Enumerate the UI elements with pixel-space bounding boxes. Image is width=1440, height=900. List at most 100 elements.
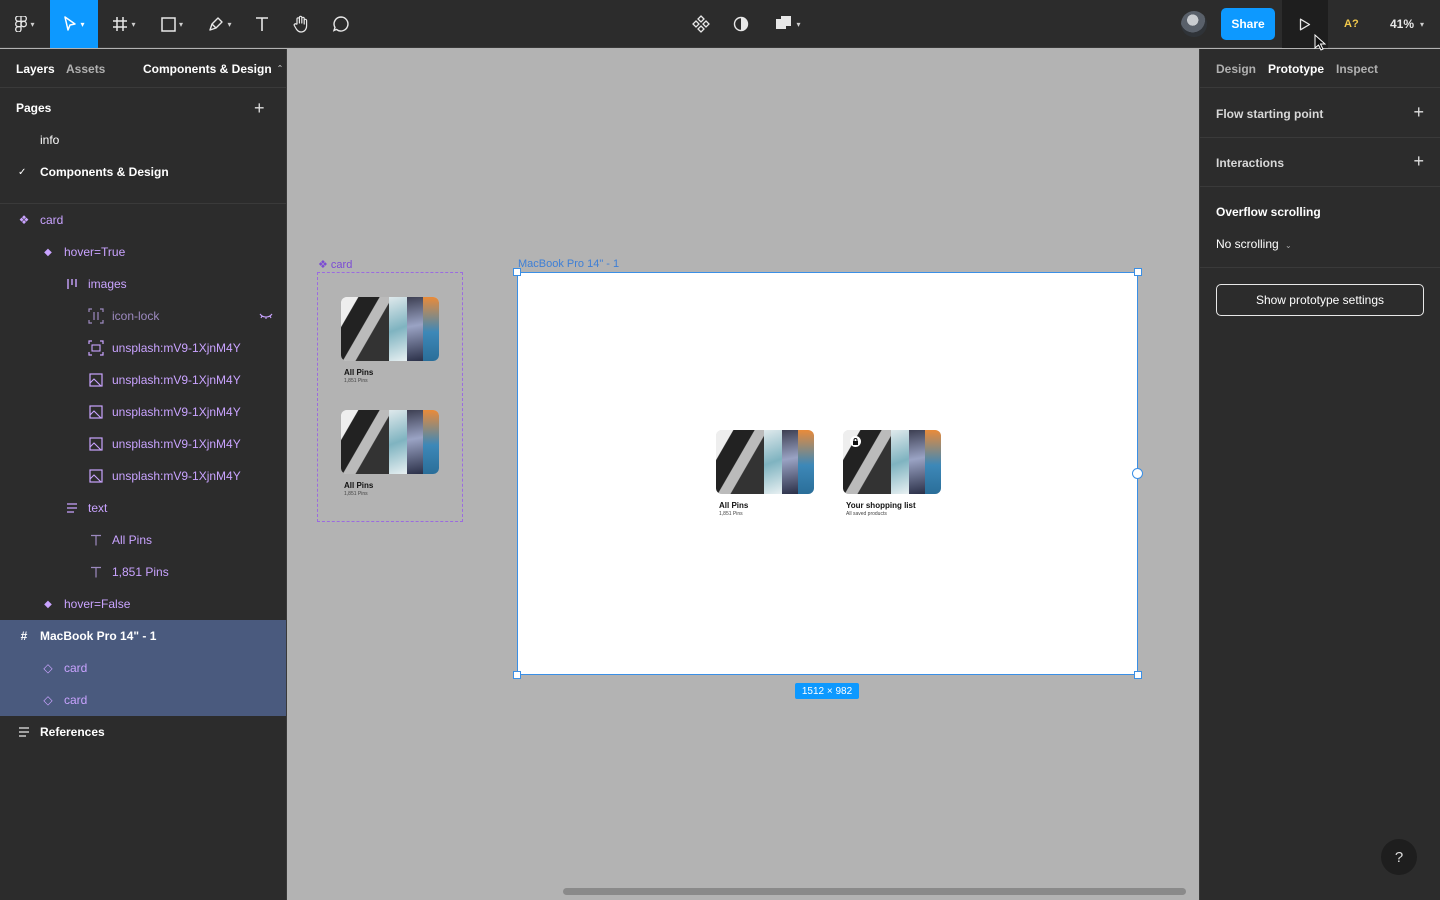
- component-button[interactable]: [688, 0, 714, 48]
- eye-closed-icon[interactable]: [258, 308, 274, 324]
- layer-unsplash-3[interactable]: unsplash:mV9-1XjnM4Y: [0, 396, 286, 428]
- card-image: [341, 410, 439, 474]
- component-set-frame[interactable]: All Pins 1,851 Pins All Pins 1,851 Pins: [317, 272, 463, 522]
- prototype-connection-handle[interactable]: [1132, 468, 1143, 479]
- overflow-title: Overflow scrolling: [1216, 205, 1321, 219]
- chevron-down-icon: ▾: [131, 19, 136, 29]
- mouse-cursor-icon: [1314, 34, 1326, 51]
- resize-handle-bottom-right[interactable]: [1134, 671, 1142, 679]
- frame-tool-button[interactable]: ▾: [104, 0, 144, 48]
- layer-hover-false[interactable]: ◆ hover=False: [0, 588, 286, 620]
- layer-label: 1,851 Pins: [112, 565, 169, 579]
- add-page-icon[interactable]: +: [254, 98, 265, 119]
- layer-references[interactable]: References: [0, 716, 286, 748]
- card-variant[interactable]: All Pins 1,851 Pins: [341, 410, 439, 497]
- text-icon: [88, 564, 104, 580]
- tab-inspect[interactable]: Inspect: [1336, 49, 1378, 88]
- layer-label: unsplash:mV9-1XjnM4Y: [112, 469, 241, 483]
- layer-hover-true[interactable]: ◆ hover=True: [0, 236, 286, 268]
- add-interaction-icon[interactable]: +: [1413, 152, 1424, 170]
- show-prototype-settings-button[interactable]: Show prototype settings: [1216, 284, 1424, 316]
- mask-button[interactable]: [728, 0, 754, 48]
- page-switcher[interactable]: Components & Design ⌃: [143, 49, 283, 88]
- tab-layers[interactable]: Layers: [16, 49, 55, 88]
- macbook-frame[interactable]: All Pins 1,851 Pins Your shopping list A…: [517, 272, 1138, 675]
- card-variant[interactable]: All Pins 1,851 Pins: [341, 297, 439, 384]
- overflow-dropdown[interactable]: No scrolling ⌄: [1216, 237, 1292, 251]
- page-item-info[interactable]: info: [0, 124, 286, 156]
- page-item-components-design[interactable]: ✓ Components & Design: [0, 156, 286, 188]
- chevron-down-icon: ⌄: [1285, 241, 1292, 250]
- photo-strip: [716, 430, 764, 494]
- photo-strip: [764, 430, 782, 494]
- main-menu-button[interactable]: ▾: [0, 0, 50, 48]
- chevron-down-icon: ▾: [30, 19, 35, 29]
- frame-dimensions-badge: 1512 × 982: [795, 683, 859, 699]
- layer-label: References: [40, 725, 105, 739]
- photo-strip: [341, 297, 389, 361]
- contrast-icon: [733, 16, 749, 32]
- accessibility-check-label[interactable]: A?: [1344, 0, 1359, 48]
- text-stack-icon: [64, 500, 80, 516]
- card-instance[interactable]: All Pins 1,851 Pins: [716, 430, 814, 517]
- card-title: All Pins: [719, 501, 749, 510]
- layer-text-pin-count[interactable]: 1,851 Pins: [0, 556, 286, 588]
- add-flow-icon[interactable]: +: [1413, 103, 1424, 121]
- zoom-dropdown[interactable]: 41% ▾: [1390, 0, 1424, 48]
- share-button[interactable]: Share: [1221, 8, 1275, 40]
- user-avatar[interactable]: [1181, 11, 1207, 37]
- layer-label: card: [40, 213, 64, 227]
- layer-card-set[interactable]: ❖ card: [0, 204, 286, 236]
- layer-macbook-frame[interactable]: # MacBook Pro 14" - 1: [0, 620, 286, 652]
- lock-icon: [850, 436, 861, 447]
- layer-text-all-pins[interactable]: All Pins: [0, 524, 286, 556]
- layer-images[interactable]: images: [0, 268, 286, 300]
- frame-label[interactable]: MacBook Pro 14" - 1: [518, 258, 619, 270]
- instance-icon: ◇: [43, 693, 53, 707]
- tab-design[interactable]: Design: [1216, 49, 1256, 88]
- variant-icon: ◆: [44, 598, 52, 610]
- layer-icon-lock[interactable]: icon-lock: [0, 300, 286, 332]
- layer-unsplash-4[interactable]: unsplash:mV9-1XjnM4Y: [0, 428, 286, 460]
- horizontal-scrollbar[interactable]: [563, 888, 1186, 895]
- pages-title: Pages: [16, 101, 52, 115]
- text-tool-button[interactable]: [250, 0, 274, 48]
- flow-start-title: Flow starting point: [1216, 107, 1324, 121]
- page-item-label: Components & Design: [40, 165, 169, 179]
- layer-card-instance[interactable]: ◇ card: [0, 652, 286, 684]
- move-tool-button[interactable]: ▾: [50, 0, 98, 48]
- card-instance[interactable]: Your shopping list All saved products: [843, 430, 941, 517]
- layer-label: unsplash:mV9-1XjnM4Y: [112, 437, 241, 451]
- shape-tool-button[interactable]: ▾: [152, 0, 192, 48]
- text-icon: [88, 532, 104, 548]
- component-set-label[interactable]: ❖ card: [318, 258, 352, 271]
- cursor-arrow-icon: [64, 16, 77, 31]
- boolean-button[interactable]: ▾: [768, 0, 808, 48]
- hand-tool-button[interactable]: [288, 0, 314, 48]
- layer-card-instance[interactable]: ◇ card: [0, 684, 286, 716]
- interactions-title: Interactions: [1216, 156, 1285, 170]
- resize-handle-bottom-left[interactable]: [513, 671, 521, 679]
- help-button[interactable]: ?: [1381, 839, 1417, 875]
- photo-strip: [925, 430, 941, 494]
- boolean-union-icon: [776, 16, 792, 29]
- tab-prototype[interactable]: Prototype: [1268, 49, 1324, 88]
- tab-assets[interactable]: Assets: [66, 49, 105, 88]
- layer-unsplash-1[interactable]: unsplash:mV9-1XjnM4Y: [0, 332, 286, 364]
- photo-strip: [423, 297, 439, 361]
- card-title: Your shopping list: [846, 501, 916, 510]
- layer-label: unsplash:mV9-1XjnM4Y: [112, 405, 241, 419]
- layer-unsplash-2[interactable]: unsplash:mV9-1XjnM4Y: [0, 364, 286, 396]
- layer-unsplash-5[interactable]: unsplash:mV9-1XjnM4Y: [0, 460, 286, 492]
- layer-label: icon-lock: [112, 309, 160, 323]
- properties-panel: Design Prototype Inspect Flow starting p…: [1199, 49, 1440, 900]
- photo-strip: [389, 297, 407, 361]
- chevron-down-icon: ▾: [227, 19, 232, 29]
- resize-handle-top-left[interactable]: [513, 268, 521, 276]
- layer-text-group[interactable]: text: [0, 492, 286, 524]
- overflow-value: No scrolling: [1216, 237, 1279, 251]
- resize-handle-top-right[interactable]: [1134, 268, 1142, 276]
- layer-label: MacBook Pro 14" - 1: [40, 629, 157, 643]
- comment-tool-button[interactable]: [328, 0, 354, 48]
- pen-tool-button[interactable]: ▾: [200, 0, 240, 48]
